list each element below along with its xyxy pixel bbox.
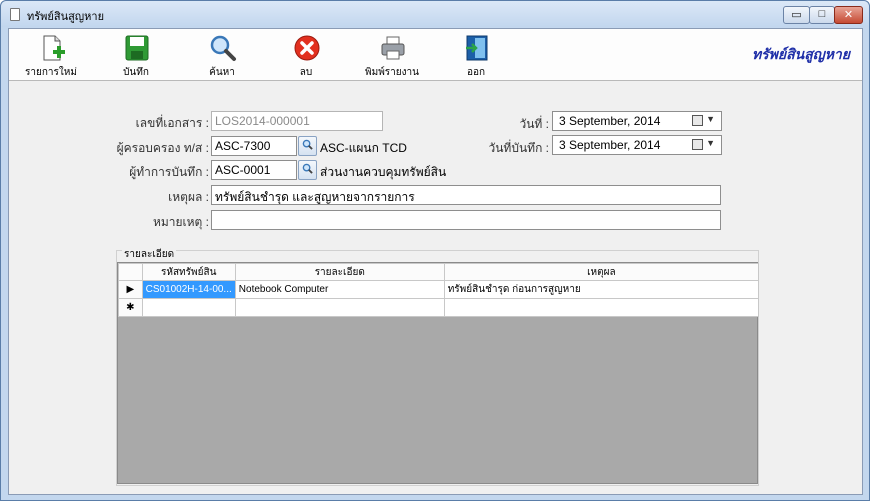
- calendar-icon: [692, 139, 703, 150]
- owner-search-button[interactable]: [298, 136, 317, 156]
- recorder-code-field[interactable]: ASC-0001: [211, 160, 297, 180]
- owner-label: ผู้ครอบครอง ท/ส :: [116, 141, 209, 155]
- search-button[interactable]: ค้นหา: [190, 32, 254, 78]
- table-row[interactable]: ▶ CS01002H-14-00... Notebook Computer ทร…: [118, 280, 760, 299]
- search-icon: [302, 139, 313, 150]
- cell-code[interactable]: [141, 298, 236, 317]
- save-label: บันทึก: [123, 67, 149, 78]
- record-date-label: วันที่บันทึก :: [488, 141, 549, 155]
- save-disk-icon: [125, 35, 149, 61]
- reason-field[interactable]: ทรัพย์สินชำรุด และสูญหายจากรายการ: [211, 185, 721, 205]
- date-value: 3 September, 2014: [559, 114, 661, 128]
- exit-door-icon: [466, 35, 488, 61]
- cell-desc[interactable]: [234, 298, 445, 317]
- title-bar[interactable]: ทรัพย์สินสูญหาย ▭ □ ✕: [1, 1, 869, 27]
- minimize-button[interactable]: ▭: [783, 6, 810, 24]
- record-date-picker[interactable]: 3 September, 2014 ▼: [552, 135, 722, 155]
- delete-button[interactable]: ลบ: [274, 32, 338, 78]
- maximize-button[interactable]: □: [809, 6, 835, 24]
- new-row-icon[interactable]: ✱: [118, 298, 143, 317]
- print-report-label: พิมพ์รายงาน: [365, 67, 419, 78]
- recorder-search-button[interactable]: [298, 160, 317, 180]
- grid-corner: [118, 263, 143, 281]
- doc-no-label: เลขที่เอกสาร :: [135, 116, 209, 130]
- details-caption: รายละเอียด: [122, 247, 177, 262]
- date-picker[interactable]: 3 September, 2014 ▼: [552, 111, 722, 131]
- table-row-new[interactable]: ✱: [118, 298, 760, 317]
- current-row-icon[interactable]: ▶: [118, 280, 143, 299]
- document-icon: [10, 8, 20, 21]
- record-date-value: 3 September, 2014: [559, 138, 661, 152]
- recorder-label: ผู้ทำการบันทึก :: [129, 165, 209, 179]
- date-label: วันที่ :: [519, 117, 549, 131]
- search-icon: [302, 163, 313, 174]
- close-button[interactable]: ✕: [834, 6, 863, 24]
- maximize-icon: □: [818, 8, 826, 20]
- delete-label: ลบ: [299, 67, 313, 78]
- cell-reason[interactable]: [443, 298, 760, 317]
- new-document-icon: [43, 35, 65, 61]
- owner-desc: ASC-แผนก TCD: [320, 141, 407, 155]
- new-item-button[interactable]: รายการใหม่: [19, 32, 83, 78]
- note-field[interactable]: [211, 210, 721, 230]
- new-item-label: รายการใหม่: [25, 67, 77, 78]
- client-area: รายการใหม่ บันทึก ค้นหา ลบ พิมพ์รายงาน อ…: [8, 28, 863, 495]
- column-header-reason[interactable]: เหตุผล: [443, 263, 760, 281]
- window-title: ทรัพย์สินสูญหาย: [27, 11, 105, 23]
- cell-code[interactable]: CS01002H-14-00...: [141, 280, 236, 299]
- column-header-code[interactable]: รหัสทรัพย์สิน: [141, 263, 236, 281]
- details-grid[interactable]: รหัสทรัพย์สิน รายละเอียด เหตุผล ▶ CS0100…: [117, 262, 760, 484]
- recorder-desc: ส่วนงานควบคุมทรัพย์สิน: [320, 165, 447, 179]
- minimize-icon: ▭: [791, 9, 802, 21]
- cell-desc[interactable]: Notebook Computer: [234, 280, 445, 299]
- reason-label: เหตุผล :: [168, 190, 209, 204]
- note-label: หมายเหตุ :: [152, 215, 209, 229]
- calendar-icon: [692, 115, 703, 126]
- toolbar: รายการใหม่ บันทึก ค้นหา ลบ พิมพ์รายงาน อ…: [9, 29, 862, 81]
- search-label: ค้นหา: [209, 67, 235, 78]
- printer-icon: [381, 36, 405, 60]
- brand-title: ทรัพย์สินสูญหาย: [751, 46, 850, 62]
- save-button[interactable]: บันทึก: [104, 32, 168, 78]
- doc-no-field[interactable]: LOS2014-000001: [211, 111, 383, 131]
- magnifier-icon: [210, 35, 236, 61]
- cell-reason[interactable]: ทรัพย์สินชำรุด ก่อนการสูญหาย: [443, 280, 760, 299]
- app-window: ทรัพย์สินสูญหาย ▭ □ ✕ รายการใหม่ บันทึก …: [0, 0, 870, 501]
- column-header-desc[interactable]: รายละเอียด: [234, 263, 445, 281]
- exit-button[interactable]: ออก: [444, 32, 508, 78]
- delete-x-icon: [294, 35, 320, 61]
- close-icon: ✕: [843, 9, 854, 21]
- chevron-down-icon: ▼: [706, 114, 715, 124]
- print-report-button[interactable]: พิมพ์รายงาน: [360, 32, 424, 78]
- chevron-down-icon: ▼: [706, 138, 715, 148]
- exit-label: ออก: [466, 67, 486, 78]
- owner-code-field[interactable]: ASC-7300: [211, 136, 297, 156]
- details-table: รหัสทรัพย์สิน รายละเอียด เหตุผล ▶ CS0100…: [118, 263, 760, 317]
